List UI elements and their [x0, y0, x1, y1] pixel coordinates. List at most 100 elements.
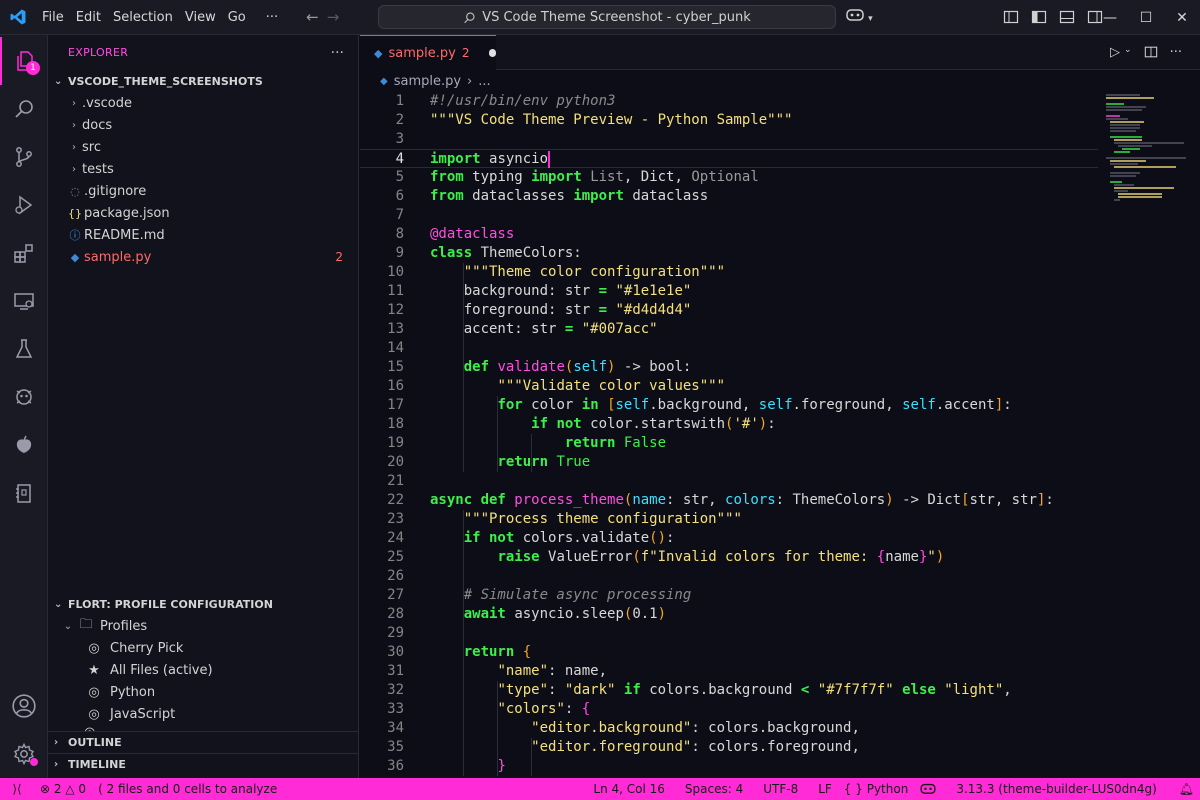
- activity-bar: 1: [0, 35, 48, 778]
- run-and-debug-icon[interactable]: [0, 181, 48, 229]
- maximize-icon[interactable]: ☐: [1128, 10, 1164, 26]
- customize-layout-icon[interactable]: [1003, 9, 1019, 25]
- breadcrumb-file[interactable]: sample.py: [394, 74, 461, 89]
- gear-icon[interactable]: [0, 730, 48, 778]
- close-icon[interactable]: ✕: [1164, 10, 1200, 26]
- toggle-primary-sidebar-icon[interactable]: [1031, 9, 1047, 25]
- analysis-status[interactable]: ( 2 files and 0 cells to analyze: [92, 782, 283, 796]
- profile-item-all-files[interactable]: ★ All Files (active): [84, 659, 359, 681]
- end-of-line[interactable]: LF: [812, 782, 838, 796]
- code-line: 2 """VS Code Theme Preview - Python Sampl…: [395, 112, 793, 128]
- search-icon[interactable]: [0, 85, 48, 133]
- unsaved-dot-icon[interactable]: [489, 49, 496, 57]
- more-actions-icon[interactable]: ···: [1170, 45, 1182, 60]
- encoding[interactable]: UTF-8: [757, 782, 804, 796]
- code-line: 14: [387, 340, 404, 356]
- menu-edit[interactable]: Edit: [70, 0, 107, 35]
- code-line: 17 for color in [self.background, self.f…: [387, 397, 1012, 413]
- tab-problem-count: 2: [461, 46, 470, 60]
- account-icon: ◎: [88, 684, 100, 700]
- menu-view[interactable]: View: [179, 0, 222, 35]
- more-actions-icon[interactable]: ···: [331, 45, 344, 61]
- python-interpreter[interactable]: 3.13.3 (theme-builder-LUS0dn4g): [950, 782, 1162, 796]
- extensions-icon[interactable]: [0, 229, 48, 277]
- command-center-label: VS Code Theme Screenshot - cyber_punk: [482, 9, 751, 25]
- tree-item-sample-py[interactable]: ◆ sample.py 2: [66, 246, 358, 268]
- remote-explorer-icon[interactable]: [0, 277, 48, 325]
- chevron-down-icon[interactable]: ⌄: [1124, 45, 1132, 60]
- chevron-down-icon: ⌄: [54, 598, 63, 610]
- cursor-position[interactable]: Ln 4, Col 16: [587, 782, 671, 796]
- breadcrumb-symbol[interactable]: ...: [478, 74, 490, 89]
- error-count: 2: [53, 782, 62, 796]
- notebook-icon[interactable]: [0, 469, 48, 517]
- tab-sample-py[interactable]: ◆ sample.py 2: [360, 35, 496, 70]
- tree-item-docs[interactable]: › docs: [66, 114, 358, 136]
- back-arrow-icon[interactable]: ←: [306, 8, 319, 26]
- profile-item-javascript[interactable]: ◎ JavaScript: [84, 703, 359, 725]
- menu-go[interactable]: Go: [222, 0, 252, 35]
- toggle-panel-icon[interactable]: [1059, 9, 1075, 25]
- menu-selection[interactable]: Selection: [107, 0, 179, 35]
- code-line: 12 foreground: str = "#d4d4d4": [387, 302, 692, 318]
- profile-config-section-header[interactable]: ⌄ FLORT: PROFILE CONFIGURATION: [48, 593, 359, 615]
- timeline-section-header[interactable]: › TIMELINE: [48, 753, 359, 775]
- profile-label: Python: [110, 684, 156, 700]
- code-line: 16 """Validate color values""": [387, 378, 726, 394]
- json-file-icon: {}: [68, 206, 82, 220]
- tree-item-tests[interactable]: › tests: [66, 158, 358, 180]
- chevron-down-icon: ⌄: [63, 620, 73, 632]
- layout-controls: [1003, 9, 1103, 25]
- code-line: 35 "editor.foreground": colors.foregroun…: [387, 739, 860, 755]
- profile-item-cherry-pick[interactable]: ◎ Cherry Pick: [84, 637, 359, 659]
- menu-file[interactable]: File: [36, 0, 70, 35]
- copilot-button[interactable]: ▾: [846, 7, 873, 25]
- accounts-icon[interactable]: [0, 682, 48, 730]
- indentation[interactable]: Spaces: 4: [679, 782, 749, 796]
- language-mode[interactable]: { } Python: [838, 782, 915, 796]
- more-menu-button[interactable]: ···: [252, 10, 292, 25]
- workspace-section-header[interactable]: ⌄ VSCODE_THEME_SCREENSHOTS: [48, 70, 358, 92]
- forward-arrow-icon[interactable]: →: [327, 8, 340, 26]
- code-line: 9 class ThemeColors:: [395, 245, 582, 261]
- code-line: 20 return True: [387, 454, 591, 470]
- copilot-status-icon[interactable]: [914, 782, 942, 797]
- cherry-pick-icon[interactable]: [0, 421, 48, 469]
- profiles-label: Profiles: [100, 618, 148, 634]
- code-line: 24 if not colors.validate():: [387, 530, 675, 546]
- code-line: 23 """Process theme configuration""": [387, 511, 742, 527]
- explorer-icon[interactable]: 1: [0, 37, 48, 85]
- chevron-right-icon: ›: [72, 97, 76, 109]
- tree-item-gitignore[interactable]: ◌ .gitignore: [66, 180, 358, 202]
- testing-icon[interactable]: [0, 325, 48, 373]
- chevron-right-icon: ›: [72, 163, 76, 175]
- profile-label: All Files (active): [110, 662, 213, 678]
- code-line: 27 # Simulate async processing: [387, 587, 692, 603]
- command-center[interactable]: VS Code Theme Screenshot - cyber_punk: [378, 5, 836, 29]
- code-editor[interactable]: 1 #!/usr/bin/env python3 2 """VS Code Them…: [360, 92, 1200, 778]
- split-editor-icon[interactable]: [1144, 45, 1158, 59]
- source-control-icon[interactable]: [0, 133, 48, 181]
- code-line: 30 return {: [387, 644, 532, 660]
- tree-item-label: .gitignore: [84, 183, 147, 199]
- tree-item-vscode[interactable]: › .vscode: [66, 92, 358, 114]
- code-line: 31 "name": name,: [387, 663, 608, 679]
- profile-item-python[interactable]: ◎ Python: [84, 681, 359, 703]
- profiles-group[interactable]: ⌄ 🗀 Profiles: [60, 615, 359, 637]
- tree-item-src[interactable]: › src: [66, 136, 358, 158]
- outline-section-header[interactable]: › OUTLINE: [48, 731, 359, 753]
- problems-indicator[interactable]: ⊗ 2 △ 0: [34, 782, 92, 796]
- tree-item-package-json[interactable]: {} package.json: [66, 202, 358, 224]
- python-file-icon: ◆: [380, 75, 388, 87]
- explorer-sidebar: EXPLORER ··· ⌄ VSCODE_THEME_SCREENSHOTS …: [48, 35, 359, 778]
- run-icon[interactable]: ▷: [1110, 45, 1120, 60]
- notifications-bell-icon[interactable]: 🔔︎: [1173, 782, 1200, 796]
- python-env-icon[interactable]: [0, 373, 48, 421]
- remote-indicator-icon[interactable]: ⟩⟨: [0, 782, 34, 796]
- menu-bar: File Edit Selection View Go ···: [36, 0, 292, 35]
- minimize-icon[interactable]: —: [1092, 10, 1128, 26]
- code-line-current: 4 import asyncio: [360, 149, 1098, 168]
- tree-item-readme[interactable]: ⓘ README.md: [66, 224, 358, 246]
- minimap[interactable]: [1100, 92, 1200, 778]
- code-line: 34 "editor.background": colors.backgroun…: [387, 720, 860, 736]
